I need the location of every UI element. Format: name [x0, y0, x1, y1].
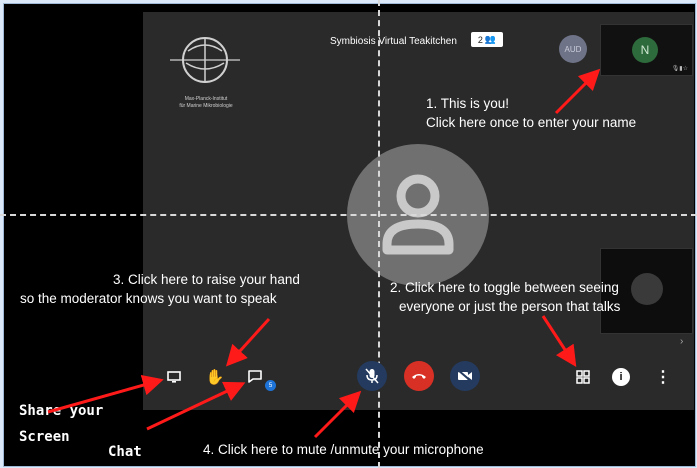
arrow-to-tile-view — [541, 315, 577, 368]
arrow-to-screen-share — [47, 374, 164, 414]
annotation-arrows — [47, 68, 601, 439]
arrow-to-chat — [146, 381, 246, 431]
arrow-to-self-tile — [554, 68, 601, 115]
arrow-to-microphone — [313, 390, 362, 439]
arrow-to-raise-hand — [225, 317, 271, 367]
